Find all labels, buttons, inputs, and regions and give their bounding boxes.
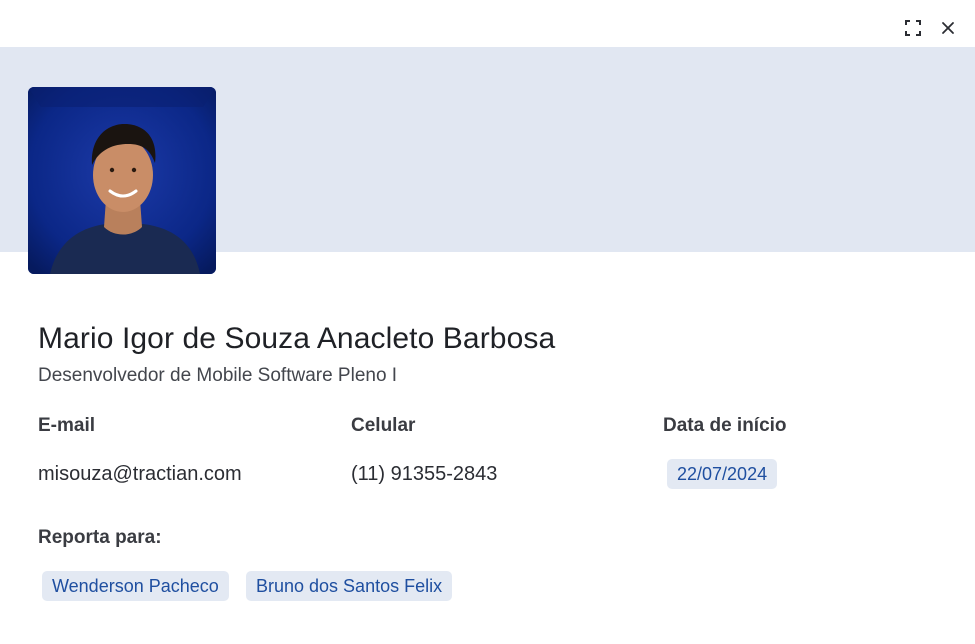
phone-value[interactable]: (11) 91355-2843 <box>351 463 497 486</box>
manager-chip[interactable]: Wenderson Pacheco <box>42 571 229 601</box>
email-value[interactable]: misouza@tractian.com <box>38 463 242 486</box>
start-date-badge: 22/07/2024 <box>667 459 778 489</box>
manager-chip[interactable]: Bruno dos Santos Felix <box>246 571 453 601</box>
start-date-label: Data de início <box>663 415 787 436</box>
close-icon[interactable] <box>936 16 960 40</box>
email-label: E-mail <box>38 415 96 436</box>
expand-icon[interactable] <box>901 16 925 40</box>
employee-name: Mario Igor de Souza Anacleto Barbosa <box>38 322 556 355</box>
phone-label: Celular <box>351 415 416 436</box>
reports-to-label: Reporta para: <box>38 527 162 548</box>
employee-role: Desenvolvedor de Mobile Software Pleno I <box>38 365 398 386</box>
profile-avatar <box>28 87 216 274</box>
modal-header <box>0 0 975 47</box>
